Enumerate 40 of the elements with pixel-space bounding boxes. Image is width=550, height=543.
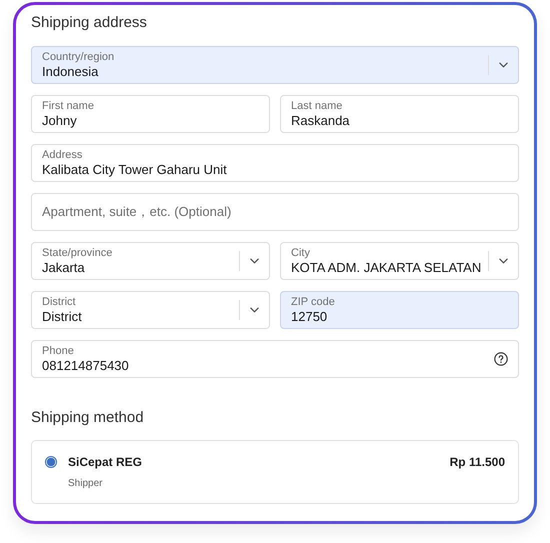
help-icon[interactable] xyxy=(494,352,508,366)
field-value: Indonesia xyxy=(42,64,98,80)
field-label: District xyxy=(42,296,76,308)
field-label: Phone xyxy=(42,344,74,358)
select-field[interactable]: District District xyxy=(31,291,270,329)
placeholder-text: Apartment, suite，etc. (Optional) xyxy=(42,204,232,220)
input-field[interactable]: Last name Raskanda xyxy=(280,95,519,133)
field-value: District xyxy=(42,308,82,324)
input-field[interactable]: Phone 081214875430 xyxy=(31,340,519,378)
input-field[interactable]: Apartment, suite，etc. (Optional) xyxy=(31,193,519,231)
section-title: Shipping method xyxy=(31,408,144,428)
carrier-name: Shipper xyxy=(68,478,102,489)
chevron-down-icon xyxy=(250,307,259,313)
chevron-down-icon xyxy=(250,258,259,264)
input-field[interactable]: First name Johny xyxy=(31,95,270,133)
shipping-option-name: SiCepat REG xyxy=(68,455,142,469)
field-label: Country/region xyxy=(42,50,114,64)
shipping-price: Rp 11.500 xyxy=(450,455,505,469)
field-value: KOTA ADM. JAKARTA SELATAN xyxy=(291,260,482,276)
field-value: 081214875430 xyxy=(42,358,129,374)
chevron-down-icon xyxy=(499,258,508,264)
input-field[interactable]: ZIP code 12750 xyxy=(280,291,519,329)
field-value: 12750 xyxy=(291,308,328,324)
radio-button[interactable] xyxy=(45,456,57,468)
field-value: Jakarta xyxy=(42,260,85,276)
field-label: City xyxy=(291,246,310,260)
field-label: ZIP code xyxy=(291,296,335,308)
select-field[interactable]: City KOTA ADM. JAKARTA SELATAN xyxy=(280,242,519,280)
field-value: Johny xyxy=(42,112,77,128)
field-value: Raskanda xyxy=(291,112,350,128)
select-field[interactable]: State/province Jakarta xyxy=(31,242,270,280)
field-label: Address xyxy=(42,148,82,162)
field-value: Kalibata City Tower Gaharu Unit xyxy=(42,162,227,178)
field-label: State/province xyxy=(42,246,112,260)
section-title: Shipping address xyxy=(31,13,147,33)
chevron-down-icon xyxy=(499,62,508,68)
field-label: Last name xyxy=(291,100,342,112)
input-field[interactable]: Address Kalibata City Tower Gaharu Unit xyxy=(31,144,519,182)
field-label: First name xyxy=(42,100,94,112)
select-field[interactable]: Country/region Indonesia xyxy=(31,46,519,84)
